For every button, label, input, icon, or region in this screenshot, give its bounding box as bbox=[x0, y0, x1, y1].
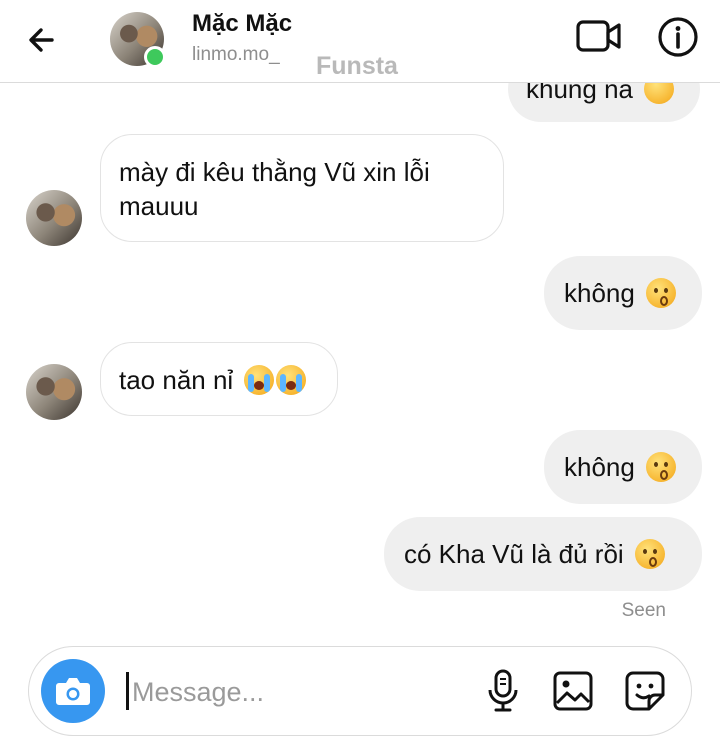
message-bubble-outgoing[interactable]: không bbox=[544, 256, 702, 330]
kissing-face-icon bbox=[634, 539, 665, 569]
microphone-icon bbox=[488, 669, 518, 712]
kissing-face-icon bbox=[646, 452, 677, 482]
conversation-info-button[interactable] bbox=[655, 14, 701, 60]
online-status-dot bbox=[144, 46, 166, 68]
video-camera-icon bbox=[576, 20, 621, 52]
message-text: không bbox=[564, 278, 635, 308]
message-text-line: mauuu bbox=[119, 191, 199, 221]
camera-icon bbox=[56, 678, 90, 705]
message-input[interactable] bbox=[130, 665, 454, 719]
gallery-icon bbox=[553, 671, 593, 711]
back-button[interactable] bbox=[22, 20, 62, 60]
text-cursor bbox=[126, 672, 129, 710]
crying-face-icon bbox=[276, 365, 307, 395]
contact-username: linmo.mo_ bbox=[192, 44, 280, 65]
message-bubble-outgoing[interactable]: có Kha Vũ là đủ rồi bbox=[384, 517, 702, 591]
message-composer bbox=[28, 646, 692, 736]
sticker-icon bbox=[625, 671, 665, 711]
message-bubble-incoming[interactable]: tao năn nỉ bbox=[100, 342, 338, 416]
chat-header: Mặc Mặc linmo.mo_ Funsta bbox=[0, 0, 720, 83]
seen-status: Seen bbox=[621, 600, 666, 621]
message-text: có Kha Vũ là đủ rồi bbox=[404, 539, 624, 569]
crying-face-icon bbox=[244, 365, 275, 395]
message-text: không bbox=[564, 452, 635, 482]
message-bubble-incoming[interactable]: mày đi kêu thằng Vũ xin lỗi mauuu bbox=[100, 134, 504, 242]
info-icon bbox=[658, 17, 698, 57]
sender-avatar[interactable] bbox=[26, 190, 82, 246]
message-text-line: mày đi kêu thằng Vũ xin lỗi bbox=[119, 157, 430, 187]
message-thread: khung na mày đi kêu thằng Vũ xin lỗi mau… bbox=[0, 0, 720, 752]
funsta-label: Funsta bbox=[316, 52, 398, 80]
gallery-button[interactable] bbox=[551, 669, 595, 713]
sender-avatar[interactable] bbox=[26, 364, 82, 420]
kissing-face-icon bbox=[646, 278, 677, 308]
contact-avatar[interactable] bbox=[110, 12, 166, 68]
sticker-button[interactable] bbox=[623, 669, 667, 713]
message-bubble-outgoing[interactable]: không bbox=[544, 430, 702, 504]
message-text: tao năn nỉ bbox=[119, 365, 234, 395]
back-arrow-icon bbox=[29, 28, 54, 52]
video-call-button[interactable] bbox=[575, 16, 623, 56]
camera-button[interactable] bbox=[41, 659, 105, 723]
voice-message-button[interactable] bbox=[481, 668, 525, 714]
contact-name[interactable]: Mặc Mặc bbox=[192, 10, 292, 38]
